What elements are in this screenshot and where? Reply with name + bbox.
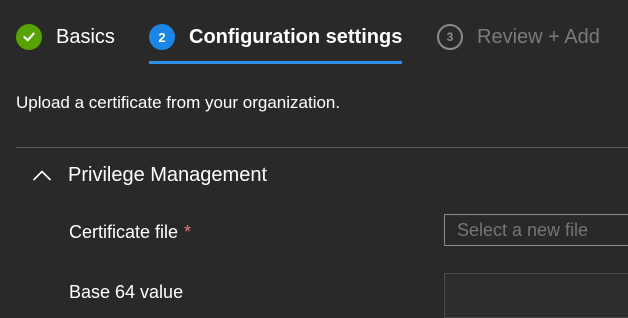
step-basics-label: Basics	[56, 26, 115, 48]
certificate-file-label-text: Certificate file	[69, 222, 179, 242]
step-basics[interactable]: Basics	[16, 24, 115, 58]
section-toggle-privilege-management[interactable]: Privilege Management	[30, 160, 267, 190]
step-configuration-label: Configuration settings	[189, 26, 403, 48]
base64-value-field[interactable]	[444, 273, 628, 318]
step-number-badge: 2	[149, 24, 175, 50]
active-step-underline	[149, 61, 402, 64]
step-number-badge: 3	[437, 24, 463, 50]
step-review-add[interactable]: 3 Review + Add	[437, 24, 600, 58]
certificate-file-label: Certificate file *	[69, 222, 191, 243]
step-review-label: Review + Add	[477, 26, 600, 48]
chevron-up-icon[interactable]	[30, 163, 54, 187]
base64-value-label: Base 64 value	[69, 282, 184, 302]
section-title: Privilege Management	[68, 163, 267, 186]
checkmark-icon	[16, 24, 42, 50]
wizard-steps: Basics 2 Configuration settings 3 Review…	[0, 0, 628, 70]
page-description: Upload a certificate from your organizat…	[16, 93, 341, 112]
step-configuration-settings[interactable]: 2 Configuration settings	[149, 24, 403, 64]
required-marker: *	[184, 222, 192, 242]
certificate-file-input[interactable]	[444, 214, 628, 246]
section-divider	[16, 147, 628, 148]
